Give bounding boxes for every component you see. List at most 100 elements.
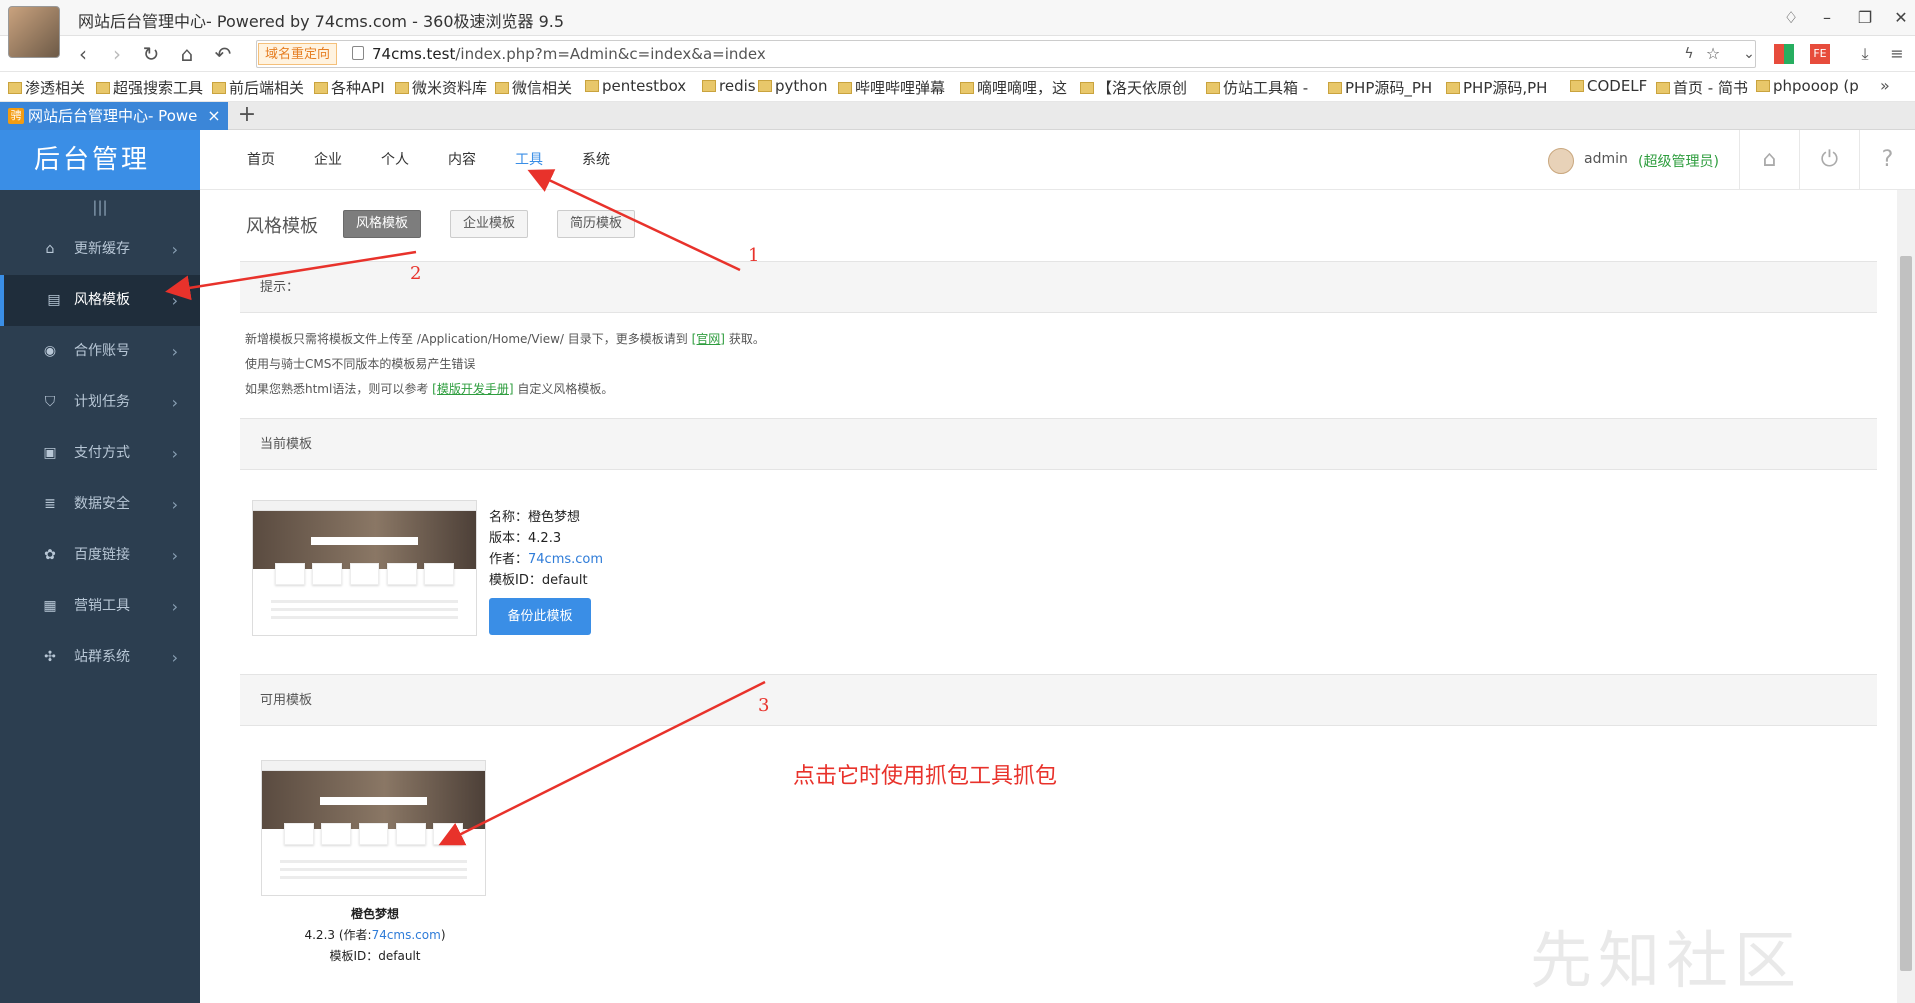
weibo-icon: ◉ [43,343,57,359]
folder-icon [960,82,974,94]
sidebar-item[interactable]: ⛉ 计划任务 › [0,377,200,428]
bookmark-item[interactable]: 首页 - 简书 [1656,77,1748,98]
available-template-name[interactable]: 橙色梦想 [260,905,490,922]
reload-icon[interactable]: ↻ [138,42,164,66]
bookmark-item[interactable]: PHP源码_PH [1328,77,1432,98]
menu-icon[interactable]: ≡ [1884,42,1910,66]
url-host: 74cms.test [372,45,456,63]
sidebar-item[interactable]: ✿ 百度链接 › [0,530,200,581]
sidebar-item[interactable]: ≣ 数据安全 › [0,479,200,530]
subtab-style-template[interactable]: 风格模板 [343,210,422,238]
cache-icon: ⌂ [45,241,55,257]
apps-icon[interactable] [1774,44,1794,64]
undo-icon[interactable]: ↶ [210,42,236,66]
restore-icon[interactable]: ❐ [1850,6,1880,30]
download-icon[interactable]: ⤓ [1852,42,1878,66]
close-window-icon[interactable]: ✕ [1886,6,1915,30]
tip-line-1: 新增模板只需将模板文件上传至 /Application/Home/View/ 目… [245,332,765,346]
tab-strip [0,102,1915,130]
sidebar-item[interactable]: ◉ 合作账号 › [0,326,200,377]
home-icon[interactable]: ⌂ [174,42,200,66]
sidebar-item[interactable]: ▦ 营销工具 › [0,581,200,632]
bookmark-item[interactable]: 微信相关 [495,77,572,98]
sidebar-item[interactable]: ⌂ 更新缓存 › [0,224,200,275]
fe-extension-icon[interactable]: FE [1810,44,1830,64]
top-nav-item[interactable]: 系统 [582,130,610,190]
dropdown-icon[interactable]: ⌄ [1736,42,1762,66]
bookmark-item[interactable]: 嘀哩嘀哩，这 [960,77,1067,98]
sidebar-item-label: 支付方式 [74,445,130,461]
cluster-icon: ✣ [44,649,56,665]
chevron-right-icon: › [171,444,178,463]
sidebar-item-label: 风格模板 [74,292,130,308]
back-icon[interactable]: ‹ [70,42,96,66]
url-path: /index.php?m=Admin&c=index&a=index [455,45,766,63]
bookmark-item[interactable]: pentestbox [585,77,686,95]
bookmark-item[interactable]: PHP源码,PH [1446,77,1547,98]
folder-icon [8,82,22,94]
sidebar-item-label: 百度链接 [74,547,130,563]
bookmark-item[interactable]: CODELF [1570,77,1647,95]
shield-icon: ⛉ [44,394,56,410]
bookmark-item[interactable]: 【洛天依原创 [1080,77,1187,98]
sidebar-collapse-toggle[interactable]: ||| [0,190,200,224]
sidebar-item-label: 站群系统 [74,649,130,665]
backup-template-button[interactable]: 备份此模板 [489,598,591,635]
current-author: 作者：74cms.com [489,552,604,567]
sidebar-item[interactable]: ✣ 站群系统 › [0,632,200,683]
bookmark-item[interactable]: 超强搜索工具 [96,77,203,98]
scrollbar-thumb[interactable] [1900,256,1912,971]
chevron-right-icon: › [171,495,178,514]
available-author-link[interactable]: 74cms.com [372,928,441,942]
bookmark-item[interactable]: 仿站工具箱 - [1206,77,1308,98]
star-icon[interactable]: ☆ [1700,42,1726,66]
sidebar-item[interactable]: ▣ 支付方式 › [0,428,200,479]
page-icon [352,46,364,60]
tip-line-2: 使用与骑士CMS不同版本的模板易产生错误 [245,357,476,371]
bookmark-item[interactable]: 微米资料库 [395,77,487,98]
bookmark-item[interactable]: 前后端相关 [212,77,304,98]
user-avatar[interactable] [1548,148,1574,174]
lightning-icon[interactable]: ϟ [1676,42,1702,66]
bookmark-item[interactable]: redis [702,77,756,95]
top-nav-item[interactable]: 首页 [247,130,275,190]
available-template-thumbnail[interactable] [261,760,486,896]
url-text[interactable]: 74cms.test/index.php?m=Admin&c=index&a=i… [372,45,766,63]
top-nav-item[interactable]: 企业 [314,130,342,190]
folder-icon [1446,82,1460,94]
bookmark-item[interactable]: 哔哩哔哩弹幕 [838,77,945,98]
active-tab[interactable]: 网站后台管理中心- Powe [0,102,228,130]
folder-icon [1570,80,1584,92]
annotation-text: 点击它时使用抓包工具抓包 [793,764,1058,789]
forward-icon[interactable]: › [104,42,130,66]
top-nav-item[interactable]: 内容 [448,130,476,190]
more-bookmarks-icon[interactable]: » [1880,76,1890,95]
page-title: 风格模板 [246,216,318,237]
current-id: 模板ID：default [489,573,588,588]
minimize-icon[interactable]: – [1812,6,1842,30]
chevron-right-icon: › [171,291,178,310]
help-icon[interactable]: ? [1859,130,1915,190]
bookmark-item[interactable]: python [758,77,827,95]
sidebar-item[interactable]: ▤ 风格模板 › [0,275,200,326]
bookmark-item[interactable]: 渗透相关 [8,77,85,98]
chevron-right-icon: › [171,648,178,667]
folder-icon [1656,82,1670,94]
top-nav-item[interactable]: 个人 [381,130,409,190]
top-nav-item[interactable]: 工具 [515,130,543,190]
user-name[interactable]: admin [1584,151,1628,167]
subtab-resume-template[interactable]: 简历模板 [557,210,636,238]
home-page-icon[interactable]: ⌂ [1739,130,1799,190]
skin-icon[interactable]: ♢ [1776,6,1806,30]
bookmark-item[interactable]: phpooop (p [1756,77,1859,95]
bookmark-item[interactable]: 各种API [314,77,385,98]
browser-profile-avatar[interactable] [8,6,60,58]
logout-icon[interactable]: ⏻ [1799,130,1859,190]
redirect-badge[interactable]: 域名重定向 [258,43,338,65]
new-tab-icon[interactable]: + [234,102,260,130]
subtab-company-template[interactable]: 企业模板 [450,210,529,238]
author-link[interactable]: 74cms.com [528,552,603,567]
official-site-link[interactable]: [官网] [692,332,725,346]
tab-close-icon[interactable]: × [204,102,224,130]
template-manual-link[interactable]: [模版开发手册] [432,382,513,396]
